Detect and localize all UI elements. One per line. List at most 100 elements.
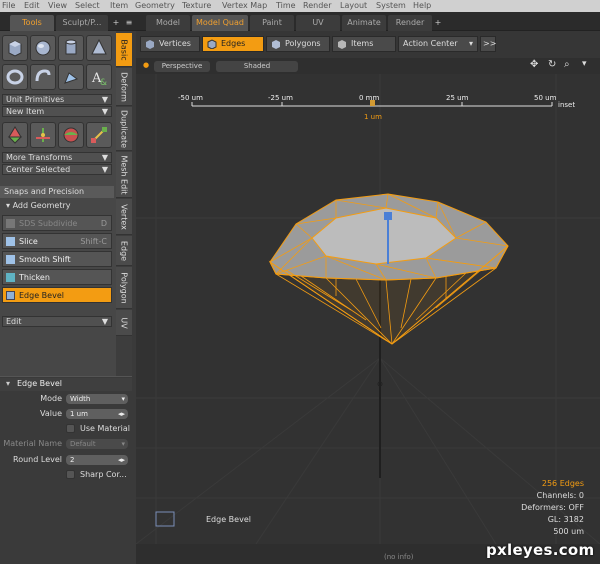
add-geometry-label: Add Geometry: [12, 201, 71, 210]
slice-tool[interactable]: Slice Shift-C: [2, 233, 112, 249]
vertices-mode-button[interactable]: Vertices: [140, 36, 200, 52]
menu-geometry[interactable]: Geometry: [135, 0, 175, 12]
menu-time[interactable]: Time: [276, 0, 296, 12]
vtab-mesh-edit[interactable]: Mesh Edit: [116, 152, 132, 198]
vtab-polygon[interactable]: Polygon: [116, 267, 132, 309]
use-material-label: Use Material: [80, 424, 130, 433]
grid-line: [255, 357, 381, 544]
edge-count: 256 Edges: [541, 479, 584, 488]
menu-edit[interactable]: Edit: [24, 0, 40, 12]
add-geometry-header[interactable]: ▾ Add Geometry: [0, 200, 114, 212]
3d-viewport[interactable]: ● Perspective Shaded ✥ ↻ ⌕ ▾ -50 um -25 …: [136, 58, 600, 544]
pen-tool-icon[interactable]: [58, 64, 84, 90]
maximize-icon[interactable]: ▾: [582, 59, 587, 69]
tab-model-quad[interactable]: Model Quad: [192, 15, 248, 31]
watermark: pxleyes.com: [486, 541, 595, 559]
text-tool-icon[interactable]: A &: [86, 64, 112, 90]
edge-bevel-tool[interactable]: Edge Bevel: [2, 287, 112, 303]
vtab-edge[interactable]: Edge: [116, 236, 132, 266]
menu-layout[interactable]: Layout: [340, 0, 367, 12]
vertices-label: Vertices: [159, 39, 191, 48]
shading-mode-dropdown[interactable]: Shaded: [216, 61, 298, 72]
edit-dropdown[interactable]: Edit ▼: [2, 316, 112, 327]
toolbox-panel: A & Unit Primitives ▼ New Item ▼ More Trans…: [0, 31, 116, 376]
torus-primitive-icon[interactable]: [2, 64, 28, 90]
cone-primitive-icon[interactable]: [86, 35, 112, 61]
rotate-view-icon[interactable]: ↻: [548, 59, 556, 70]
use-material-checkbox[interactable]: [66, 424, 75, 433]
slice-icon: [6, 237, 15, 246]
tab-paint[interactable]: Paint: [250, 15, 294, 31]
unit-primitives-dropdown[interactable]: Unit Primitives ▼: [2, 94, 112, 105]
triangle-down-icon: ▾: [6, 379, 11, 388]
view-mode-dropdown[interactable]: Perspective: [154, 61, 210, 72]
tab-uv[interactable]: UV: [296, 15, 340, 31]
cylinder-primitive-icon[interactable]: [58, 35, 84, 61]
vtab-polygon-label: Polygon: [119, 271, 129, 304]
vtab-duplicate[interactable]: Duplicate: [116, 107, 132, 151]
edge-bevel-label: Edge Bevel: [19, 291, 64, 300]
vtab-edge-label: Edge: [119, 240, 129, 261]
snaps-precision-header[interactable]: Snaps and Precision: [0, 186, 114, 198]
items-mode-button[interactable]: Items: [332, 36, 396, 52]
rotate-tool-icon[interactable]: [58, 122, 84, 148]
menu-select[interactable]: Select: [75, 0, 100, 12]
tab-model[interactable]: Model: [146, 15, 190, 31]
polygons-mode-button[interactable]: Polygons: [266, 36, 330, 52]
more-transforms-dropdown[interactable]: More Transforms ▼: [2, 152, 112, 163]
transform-tool-icon[interactable]: [30, 122, 56, 148]
round-level-field[interactable]: 2 ◂▸: [66, 455, 128, 465]
add-layout-tab-button[interactable]: +: [432, 15, 444, 31]
menu-texture[interactable]: Texture: [182, 0, 211, 12]
grid-line: [379, 357, 497, 544]
thicken-tool[interactable]: Thicken: [2, 269, 112, 285]
polygons-label: Polygons: [285, 39, 321, 48]
smooth-shift-tool[interactable]: Smooth Shift: [2, 251, 112, 267]
zoom-icon[interactable]: ⌕: [564, 59, 570, 70]
tab-sculpt[interactable]: Sculpt/P...: [56, 15, 108, 31]
new-item-dropdown[interactable]: New Item ▼: [2, 106, 112, 117]
mode-select[interactable]: Width ▾: [66, 394, 128, 404]
new-item-label: New Item: [6, 107, 45, 116]
menu-view[interactable]: View: [48, 0, 67, 12]
vtab-vertex[interactable]: Vertex: [116, 199, 132, 235]
menu-render[interactable]: Render: [303, 0, 331, 12]
vtab-basic[interactable]: Basic: [116, 33, 132, 67]
edges-mode-button[interactable]: Edges: [202, 36, 264, 52]
chevron-down-icon: ▼: [101, 317, 108, 326]
menu-item[interactable]: Item: [110, 0, 128, 12]
more-tools-button[interactable]: >>: [480, 36, 496, 52]
menu-help[interactable]: Help: [413, 0, 431, 12]
sphere-primitive-icon[interactable]: [30, 35, 56, 61]
vtab-mesh-edit-label: Mesh Edit: [119, 154, 129, 195]
menu-file[interactable]: File: [2, 0, 15, 12]
viewport-options-icon[interactable]: ●: [143, 61, 149, 69]
cube-primitive-icon[interactable]: [2, 35, 28, 61]
thicken-label: Thicken: [19, 273, 50, 282]
menu-bar: File Edit View Select Item Geometry Text…: [0, 0, 600, 12]
tab-render[interactable]: Render: [388, 15, 432, 31]
pan-icon[interactable]: ✥: [530, 59, 538, 70]
center-selected-dropdown[interactable]: Center Selected ▼: [2, 164, 112, 175]
sds-subdivide-tool[interactable]: SDS Subdivide D: [2, 215, 112, 231]
tab-tools[interactable]: Tools: [10, 15, 54, 31]
transform-handle[interactable]: [384, 212, 392, 220]
sharp-corners-checkbox[interactable]: [66, 470, 75, 479]
value-field[interactable]: 1 um ◂▸: [66, 409, 128, 419]
vtab-deform-label: Deform: [119, 71, 129, 102]
menu-system[interactable]: System: [376, 0, 406, 12]
tab-animate[interactable]: Animate: [342, 15, 386, 31]
grid-line: [136, 357, 381, 544]
add-tab-button[interactable]: +: [110, 15, 122, 31]
scale-tool-icon[interactable]: [86, 122, 112, 148]
action-center-dropdown[interactable]: Action Center ▾: [398, 36, 478, 52]
menu-vertex-map[interactable]: Vertex Map: [222, 0, 267, 12]
tab-menu-icon[interactable]: ≡: [124, 15, 134, 31]
move-tool-icon[interactable]: [2, 122, 28, 148]
grid-scale: 500 um: [553, 527, 584, 536]
tube-primitive-icon[interactable]: [30, 64, 56, 90]
vtab-uv[interactable]: UV: [116, 310, 132, 336]
vtab-deform[interactable]: Deform: [116, 68, 132, 106]
material-name-select[interactable]: Default ▾: [66, 439, 128, 449]
material-name-label: Material Name: [3, 439, 62, 448]
